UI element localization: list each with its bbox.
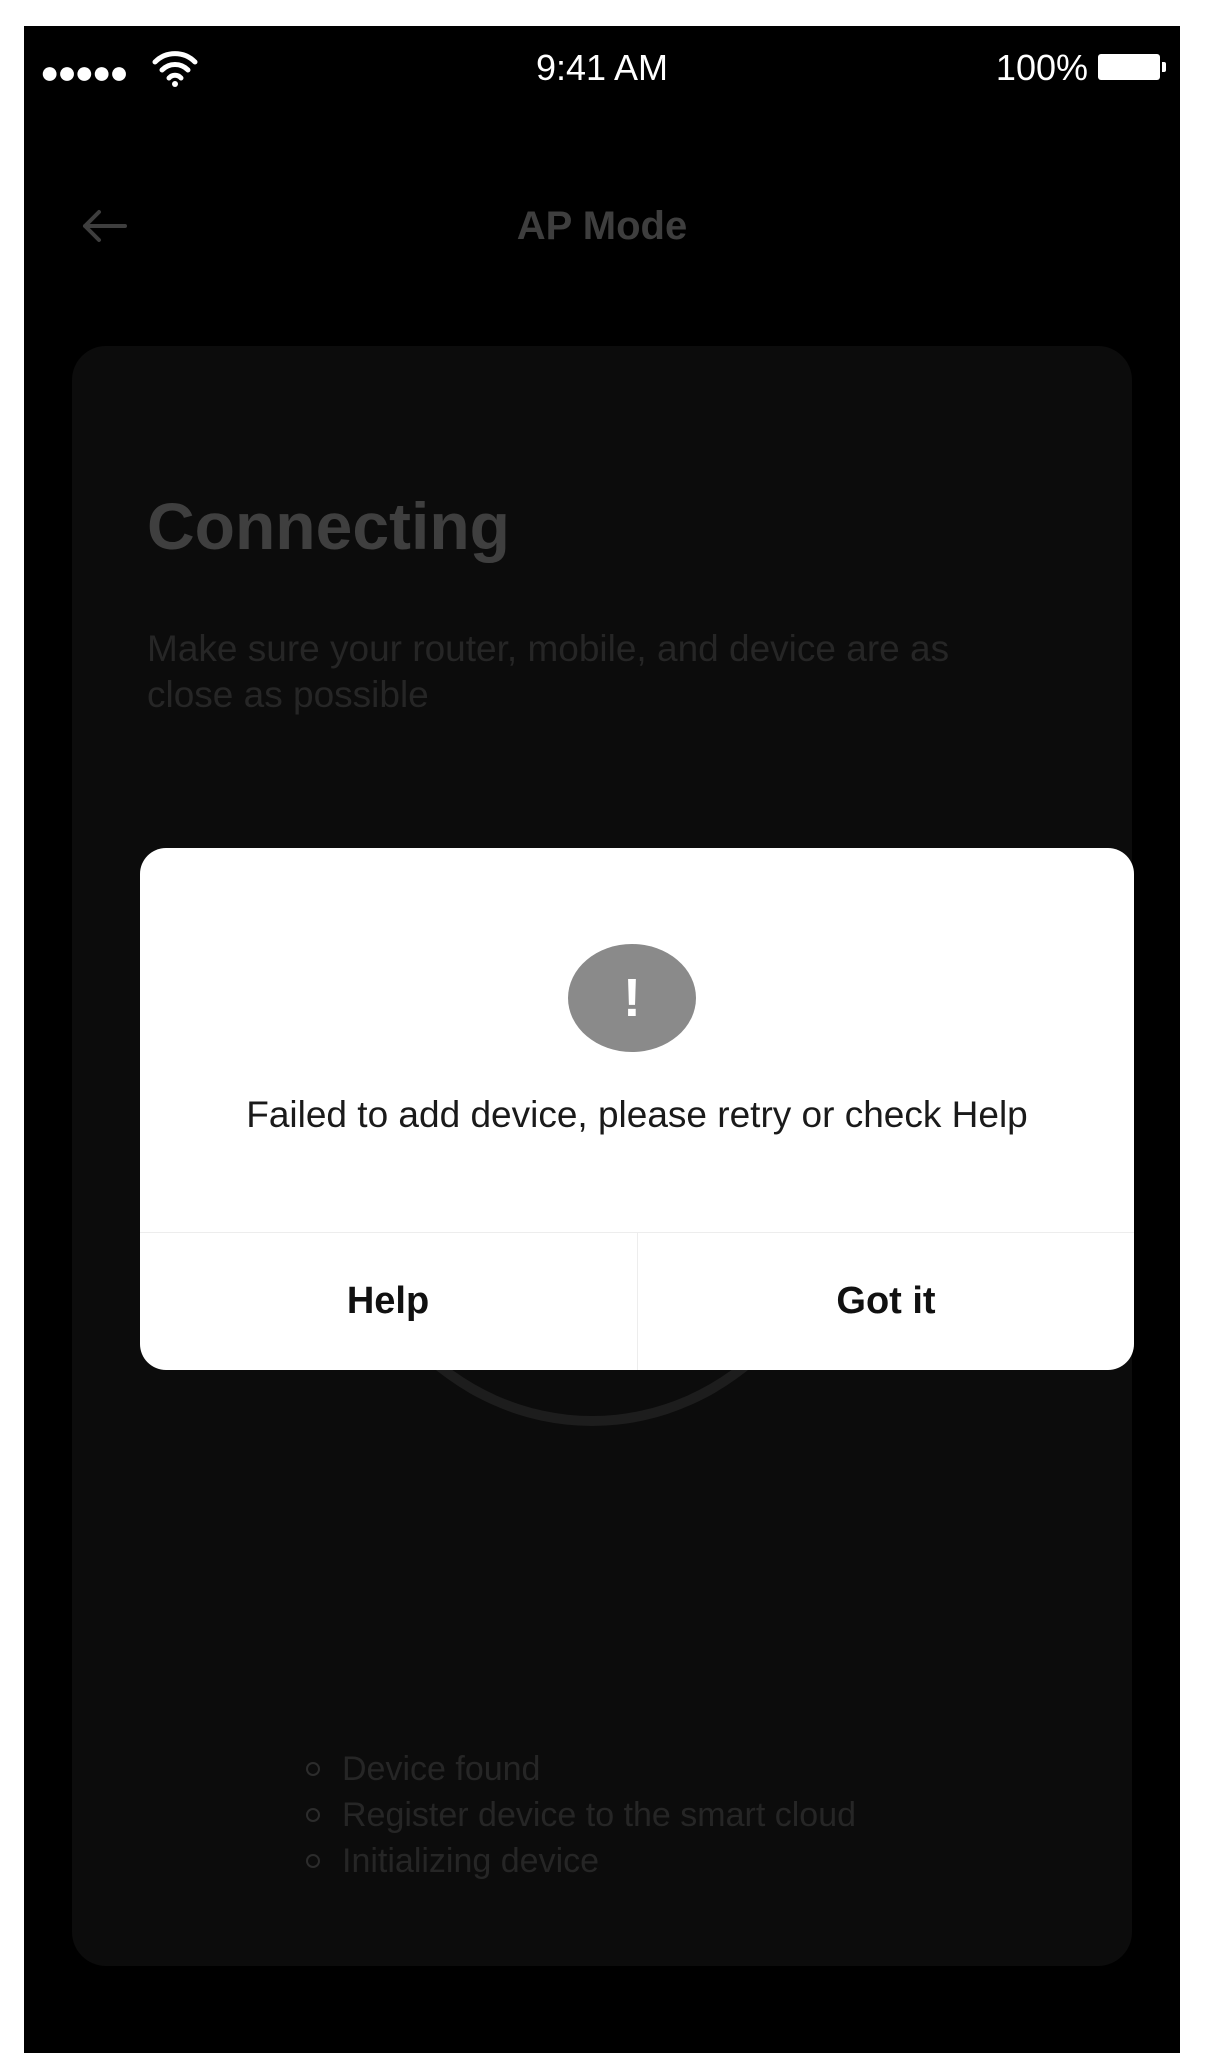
step-label: Register device to the smart cloud (342, 1796, 857, 1834)
step-bullet-icon (306, 1854, 320, 1868)
error-message: Failed to add device, please retry or ch… (246, 1094, 1028, 1135)
page-title: AP Mode (516, 204, 688, 248)
step-label: Device found (342, 1750, 541, 1788)
connection-steps-list: Device found Register device to the smar… (302, 1746, 856, 1884)
exclamation-glyph: ! (623, 968, 641, 1028)
phone-screen: ●●●●● 9:41 AM 100% AP Mode Connecting Ma… (24, 26, 1180, 2053)
battery-icon (1098, 54, 1166, 80)
step-bullet-icon (306, 1762, 320, 1776)
list-item: Register device to the smart cloud (302, 1792, 856, 1838)
battery-percentage: 100% (995, 47, 1088, 88)
step-label: Initializing device (342, 1842, 600, 1880)
status-bar: ●●●●● 9:41 AM 100% (24, 26, 1180, 126)
help-button[interactable]: Help (140, 1233, 636, 1370)
list-item: Initializing device (302, 1838, 856, 1884)
proximity-instruction: Make sure your router, mobile, and devic… (147, 628, 950, 715)
step-bullet-icon (306, 1808, 320, 1822)
exclamation-icon: ! (568, 944, 696, 1052)
error-dialog: ! Failed to add device, please retry or … (140, 848, 1134, 1370)
connecting-heading: Connecting (147, 489, 510, 563)
got-it-button[interactable]: Got it (638, 1233, 1134, 1370)
list-item: Device found (302, 1746, 856, 1792)
